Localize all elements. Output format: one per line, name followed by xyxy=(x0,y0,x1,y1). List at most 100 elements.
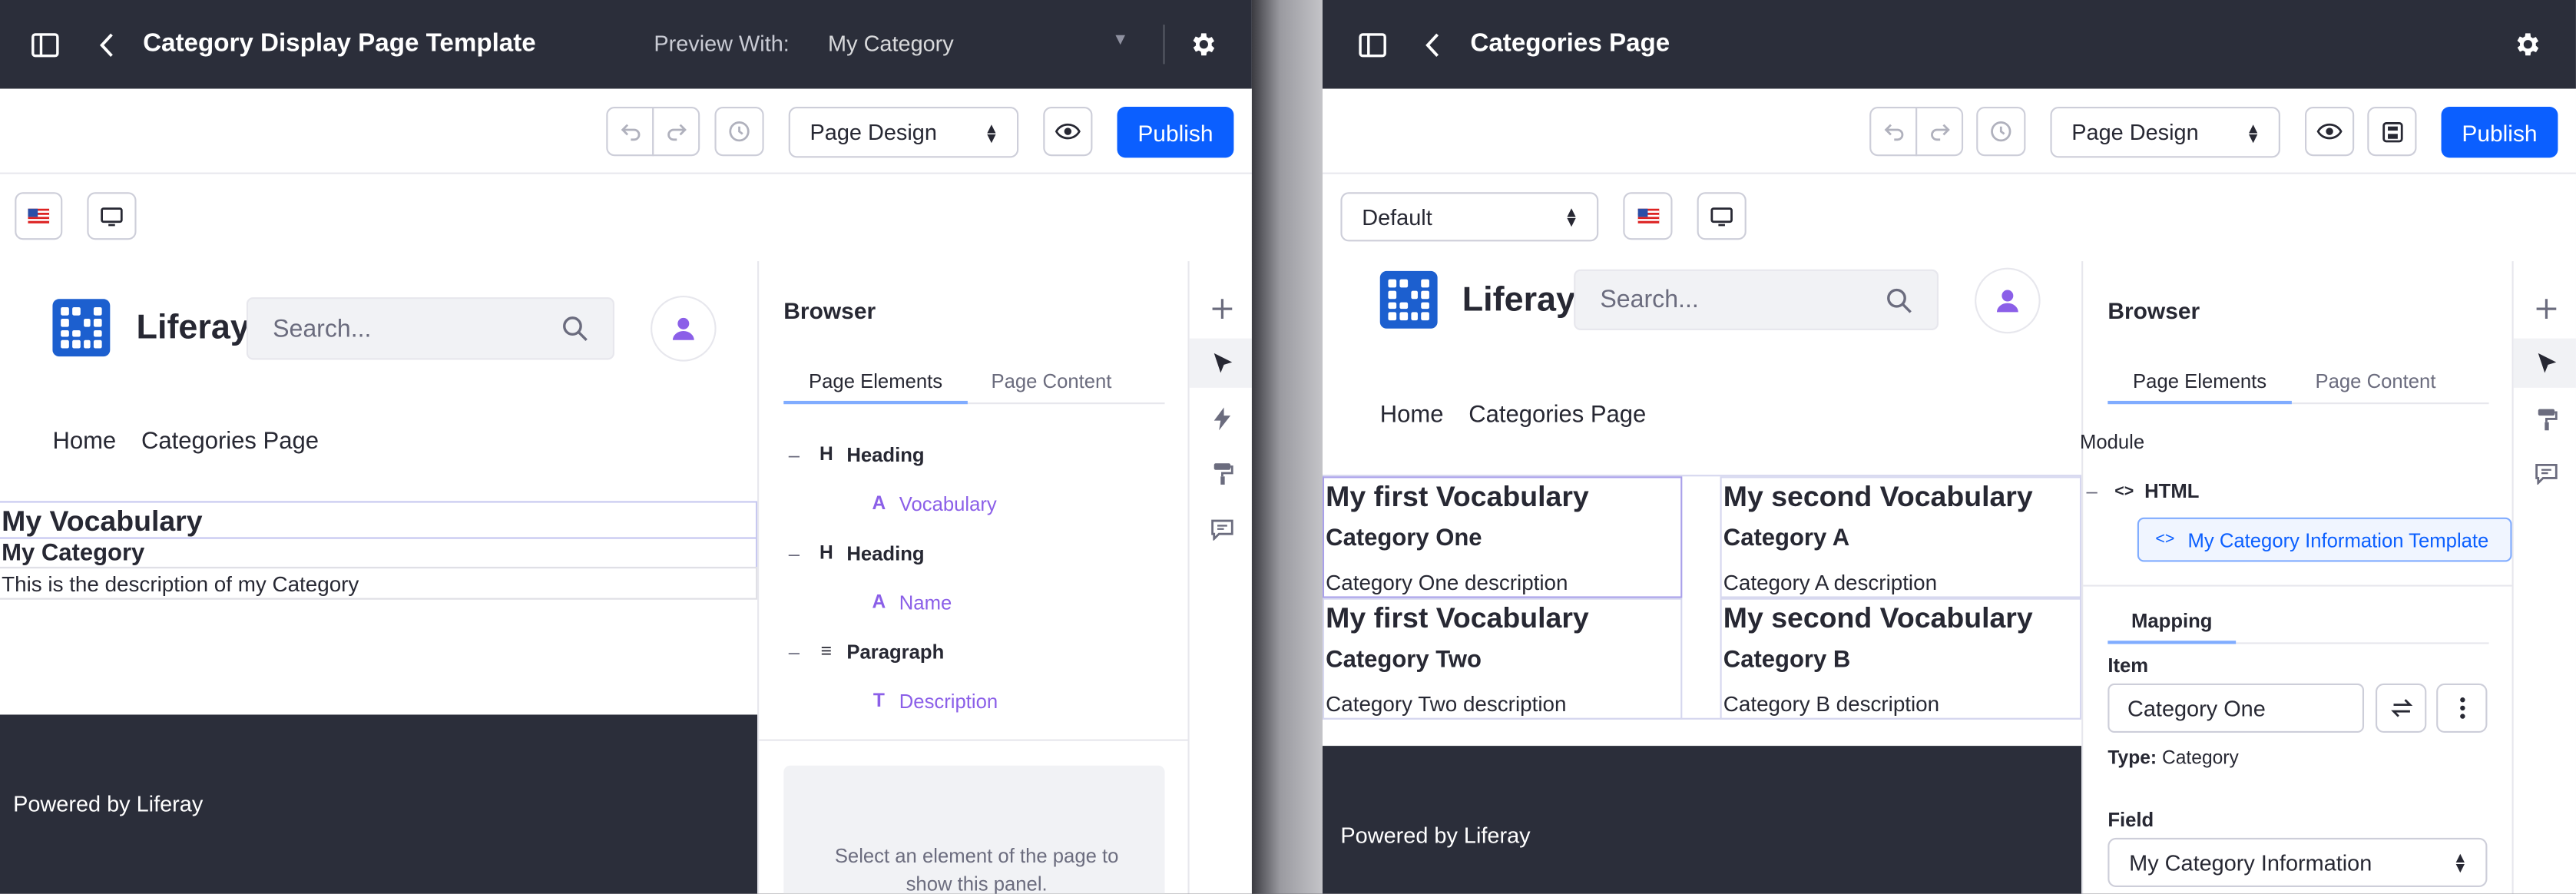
search-icon[interactable] xyxy=(1886,287,1912,320)
nav-home[interactable]: Home xyxy=(1380,402,1444,429)
search-placeholder: Search... xyxy=(1600,286,1699,314)
top-bar: Category Display Page Template Preview W… xyxy=(0,0,1252,89)
search-icon[interactable] xyxy=(562,316,588,349)
select-caret-icon: ▲ ▼ xyxy=(2246,119,2261,146)
card-description: Category Two description xyxy=(1326,691,1567,717)
publish-button[interactable]: Publish xyxy=(1117,107,1234,158)
chevron-down-icon[interactable]: ▼ xyxy=(1112,31,1128,50)
page-footer: Powered by Liferay xyxy=(0,714,758,894)
undo-icon[interactable] xyxy=(1869,107,1918,157)
card-item[interactable]: My second Vocabulary Category B Category… xyxy=(1720,598,2082,720)
tree-item-template-selected[interactable]: <> My Category Information Template xyxy=(2137,517,2512,562)
desktop-icon[interactable] xyxy=(87,192,137,240)
plus-icon[interactable] xyxy=(2514,284,2576,333)
flag-us-icon[interactable] xyxy=(1623,192,1673,240)
heading-icon: H xyxy=(819,445,833,465)
card-category: Category B xyxy=(1723,647,1851,674)
editor-window-categories-page: Categories Page Page Design ▲ ▼ Publish D… xyxy=(1322,0,2576,894)
comment-icon[interactable] xyxy=(1190,505,1252,554)
tab-page-elements[interactable]: Page Elements xyxy=(2107,363,2292,405)
card-item[interactable]: My second Vocabulary Category A Category… xyxy=(1720,476,2082,598)
card-item[interactable]: My first Vocabulary Category Two Categor… xyxy=(1322,598,1683,720)
tree-item-heading-1[interactable]: – H Heading xyxy=(789,444,925,467)
window-gap xyxy=(1251,0,1323,894)
swap-icon[interactable] xyxy=(2375,683,2427,733)
viewport-bar: Default ▲ ▼ xyxy=(1322,174,2576,262)
gear-icon[interactable] xyxy=(1186,28,1219,61)
browser-tabs: Page Elements Page Content xyxy=(2107,363,2489,405)
user-icon[interactable] xyxy=(651,296,717,362)
tree-item-heading-2[interactable]: – H Heading xyxy=(789,542,925,565)
publish-button[interactable]: Publish xyxy=(2441,107,2558,158)
page-design-select[interactable]: Page Design ▲ ▼ xyxy=(788,107,1019,158)
page-title: Category Display Page Template xyxy=(143,29,536,58)
eye-icon[interactable] xyxy=(1043,107,1093,157)
eye-icon[interactable] xyxy=(2305,107,2355,157)
browser-tabs: Page Elements Page Content xyxy=(783,363,1165,405)
redo-icon[interactable] xyxy=(1915,107,1964,157)
kebab-icon[interactable] xyxy=(2436,683,2488,733)
field-select[interactable]: My Category Information ▲ ▼ xyxy=(2107,837,2488,888)
gear-icon[interactable] xyxy=(2510,28,2543,61)
undo-icon[interactable] xyxy=(606,107,654,157)
history-icon[interactable] xyxy=(714,107,764,157)
tree-item-vocabulary[interactable]: A Vocabulary xyxy=(864,493,996,516)
preview-select[interactable]: My Category xyxy=(828,31,954,56)
nav-home[interactable]: Home xyxy=(52,429,116,455)
card-category: Category A xyxy=(1723,525,1850,552)
preview-label: Preview With: xyxy=(654,31,790,56)
page-design-select[interactable]: Page Design ▲ ▼ xyxy=(2050,107,2280,158)
comment-icon[interactable] xyxy=(2514,449,2576,498)
page-canvas: Liferay Search... Home Categories Page M… xyxy=(0,261,758,894)
viewport-bar xyxy=(0,174,1252,262)
module-label: Module xyxy=(2079,430,2145,454)
history-icon[interactable] xyxy=(1976,107,2026,157)
collapse-icon[interactable]: – xyxy=(789,444,812,467)
back-chevron-icon[interactable] xyxy=(1416,28,1449,61)
user-icon[interactable] xyxy=(1975,267,2041,334)
search-input[interactable]: Search... xyxy=(246,297,614,360)
page-footer: Powered by Liferay xyxy=(1322,746,2082,894)
card-item[interactable]: My first Vocabulary Category One Categor… xyxy=(1322,476,1683,598)
tree-item-html[interactable]: – <> HTML xyxy=(2087,480,2200,503)
sidebar-toggle-icon[interactable] xyxy=(1356,28,1389,61)
tree-item-name[interactable]: A Name xyxy=(864,591,952,614)
save-icon[interactable] xyxy=(2367,107,2417,157)
collapse-icon[interactable]: – xyxy=(789,542,812,565)
sidebar-toggle-icon[interactable] xyxy=(28,28,61,61)
tree-item-description[interactable]: T Description xyxy=(864,690,998,713)
select-caret-icon: ▲ ▼ xyxy=(2452,849,2468,876)
description-paragraph-fragment[interactable]: This is the description of my Category xyxy=(0,566,758,600)
experience-select[interactable]: Default ▲ ▼ xyxy=(1340,192,1599,242)
cursor-icon[interactable] xyxy=(1189,338,1252,388)
desktop-icon[interactable] xyxy=(1697,192,1747,240)
collapse-icon[interactable]: – xyxy=(789,641,812,664)
divider xyxy=(759,739,1190,741)
tab-page-content[interactable]: Page Content xyxy=(2292,363,2459,404)
collapse-icon[interactable]: – xyxy=(2087,480,2110,503)
nav-categories-page[interactable]: Categories Page xyxy=(141,429,319,455)
page-canvas: Liferay Search... Home Categories Page M… xyxy=(1322,261,2082,894)
item-field[interactable]: Category One xyxy=(2107,683,2365,733)
paint-roller-icon[interactable] xyxy=(2514,394,2576,443)
redo-icon[interactable] xyxy=(652,107,700,157)
type-value: Category xyxy=(2161,749,2239,770)
plus-icon[interactable] xyxy=(1190,284,1252,333)
category-heading-fragment[interactable]: My Category xyxy=(0,537,758,569)
cursor-icon[interactable] xyxy=(2513,338,2576,388)
page-title: Categories Page xyxy=(1470,29,1670,58)
bolt-icon[interactable] xyxy=(1190,394,1252,443)
tab-page-elements[interactable]: Page Elements xyxy=(783,363,968,405)
top-bar: Categories Page xyxy=(1322,0,2576,89)
search-input[interactable]: Search... xyxy=(1574,269,1939,330)
nav-categories-page[interactable]: Categories Page xyxy=(1468,402,1646,429)
tree-label: Heading xyxy=(846,541,925,565)
flag-us-icon[interactable] xyxy=(15,192,63,240)
paint-roller-icon[interactable] xyxy=(1190,449,1252,498)
vocabulary-heading-fragment[interactable]: My Vocabulary xyxy=(0,501,758,539)
tree-item-paragraph[interactable]: – ≡ Paragraph xyxy=(789,641,945,664)
tab-mapping[interactable]: Mapping xyxy=(2107,603,2237,644)
tab-page-content[interactable]: Page Content xyxy=(968,363,1135,404)
item-value: Category One xyxy=(2127,695,2266,720)
back-chevron-icon[interactable] xyxy=(91,28,124,61)
